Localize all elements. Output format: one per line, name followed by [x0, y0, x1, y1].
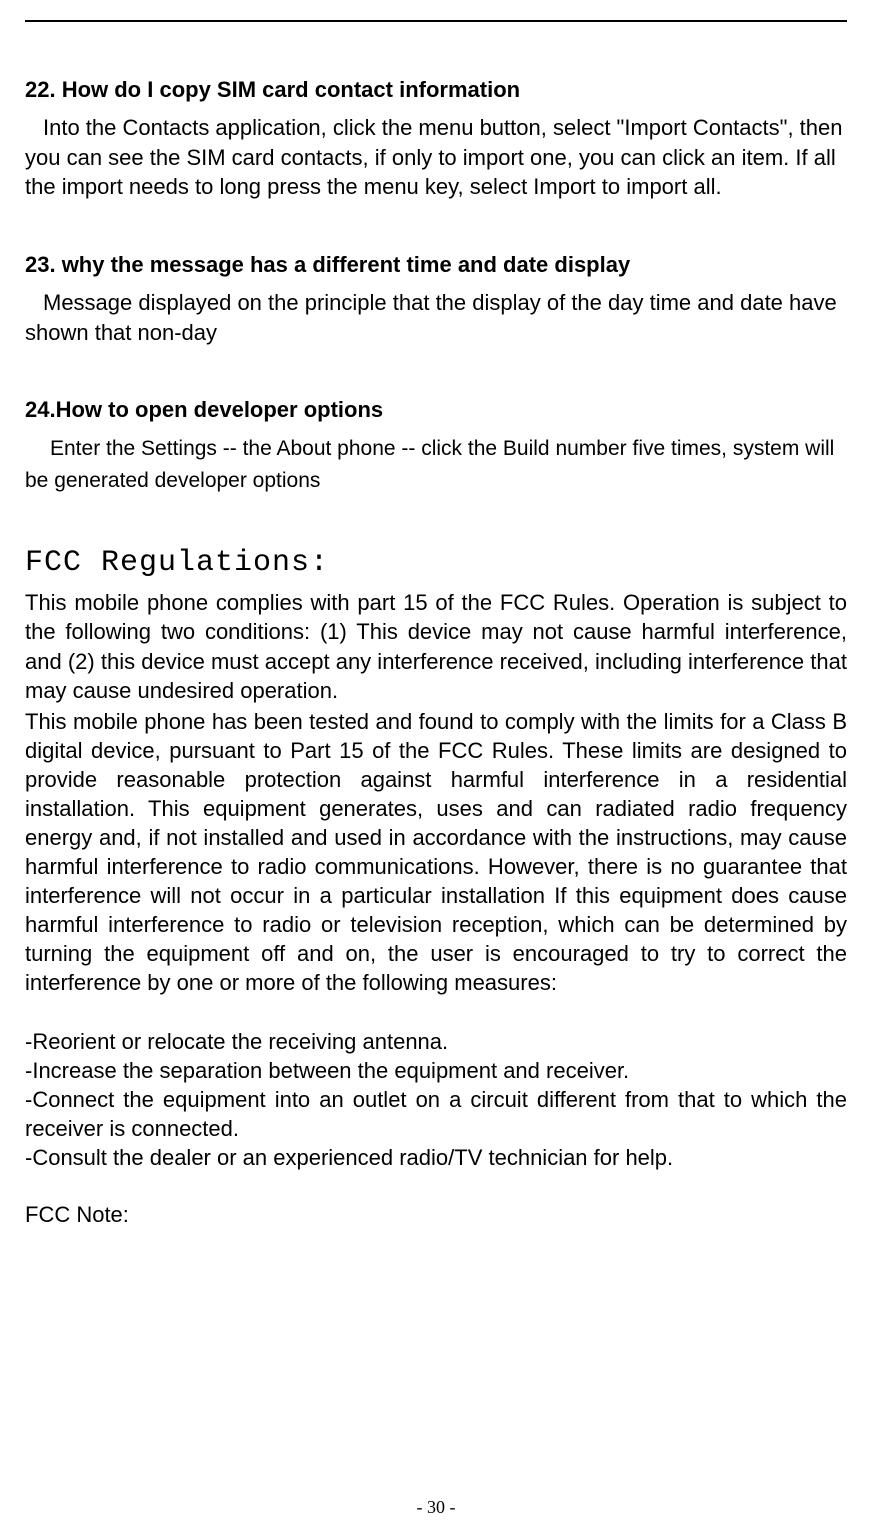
- blank-line: [25, 999, 847, 1027]
- q23-body: Message displayed on the principle that …: [25, 288, 847, 347]
- q24-heading: 24.How to open developer options: [25, 397, 847, 423]
- fcc-measure-4: -Consult the dealer or an experienced ra…: [25, 1143, 847, 1172]
- q24-body: Enter the Settings -- the About phone --…: [25, 433, 847, 496]
- document-page: 22. How do I copy SIM card contact infor…: [0, 0, 872, 1530]
- section-q23: 23. why the message has a different time…: [25, 252, 847, 347]
- section-q22: 22. How do I copy SIM card contact infor…: [25, 77, 847, 202]
- blank-line-2: [25, 1172, 847, 1200]
- top-rule: [25, 20, 847, 22]
- section-fcc: FCC Regulations: This mobile phone compl…: [25, 546, 847, 1229]
- fcc-measure-3: -Connect the equipment into an outlet on…: [25, 1085, 847, 1143]
- section-q24: 24.How to open developer options Enter t…: [25, 397, 847, 496]
- q22-heading: 22. How do I copy SIM card contact infor…: [25, 77, 847, 103]
- q22-body: Into the Contacts application, click the…: [25, 113, 847, 202]
- fcc-note-heading: FCC Note:: [25, 1200, 847, 1229]
- page-number: - 30 -: [0, 1497, 872, 1518]
- fcc-title: FCC Regulations:: [25, 546, 847, 580]
- fcc-measure-1: -Reorient or relocate the receiving ante…: [25, 1027, 847, 1056]
- fcc-measure-2: -Increase the separation between the equ…: [25, 1056, 847, 1085]
- fcc-paragraph-2: This mobile phone has been tested and fo…: [25, 707, 847, 997]
- fcc-paragraph-1: This mobile phone complies with part 15 …: [25, 588, 847, 704]
- q23-heading: 23. why the message has a different time…: [25, 252, 847, 278]
